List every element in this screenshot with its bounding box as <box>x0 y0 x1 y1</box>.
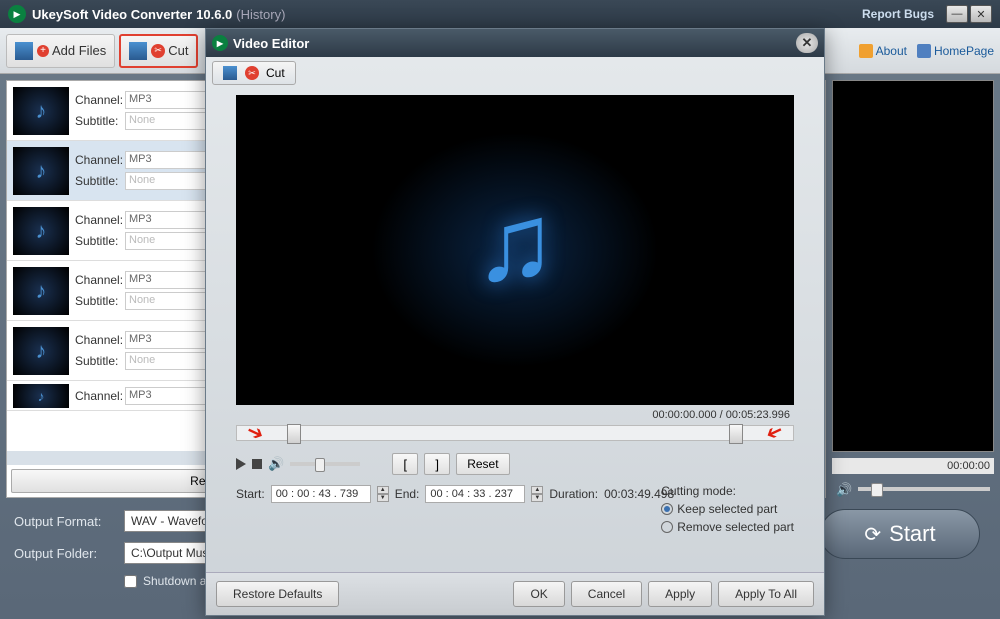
cutting-mode-label: Cutting mode: <box>661 484 794 498</box>
trim-handle-end[interactable] <box>729 424 743 444</box>
keep-selected-radio[interactable]: Keep selected part <box>661 502 794 516</box>
stop-button[interactable] <box>252 459 262 469</box>
preview-area <box>832 80 994 452</box>
sound-icon[interactable]: 🔊 <box>268 456 284 472</box>
file-thumbnail: ♪ <box>13 87 69 135</box>
mark-out-button[interactable]: ] <box>424 453 450 475</box>
editor-preview: ♫ <box>236 95 794 405</box>
trim-handle-start[interactable] <box>287 424 301 444</box>
history-link[interactable]: (History) <box>236 7 285 22</box>
start-icon: ⟳ <box>864 522 881 547</box>
video-editor-dialog: Video Editor ✕ ✂ Cut ♫ 00:00:00.000 / 00… <box>205 28 825 616</box>
cut-label: Cut <box>168 43 188 58</box>
about-link[interactable]: About <box>859 44 907 58</box>
start-button[interactable]: ⟳ Start <box>820 509 980 559</box>
home-icon <box>917 44 931 58</box>
minimize-button[interactable]: — <box>946 5 968 23</box>
playback-controls: 🔊 [ ] Reset <box>206 449 824 479</box>
preview-time: 00:00:00 <box>832 458 994 474</box>
editor-volume-slider[interactable] <box>290 462 360 466</box>
plus-icon: + <box>37 45 49 57</box>
titlebar: UkeySoft Video Converter 10.6.0 (History… <box>0 0 1000 28</box>
output-format-label: Output Format: <box>14 514 114 529</box>
dialog-logo-icon <box>212 35 228 51</box>
volume-slider[interactable] <box>858 487 990 491</box>
file-thumbnail: ♪ <box>13 384 69 408</box>
file-thumbnail: ♪ <box>13 327 69 375</box>
cutting-mode-group: Cutting mode: Keep selected part Remove … <box>661 484 794 538</box>
dialog-footer: Restore Defaults OK Cancel Apply Apply T… <box>206 572 824 615</box>
dialog-titlebar: Video Editor ✕ <box>206 29 824 57</box>
dialog-tabs: ✂ Cut <box>206 57 824 89</box>
report-bugs-link[interactable]: Report Bugs <box>862 7 934 21</box>
dialog-title: Video Editor <box>233 36 309 51</box>
film-icon <box>15 42 33 60</box>
end-time-input[interactable]: 00 : 04 : 33 . 237 <box>425 485 525 503</box>
close-button[interactable]: ✕ <box>970 5 992 23</box>
cancel-button[interactable]: Cancel <box>571 581 642 607</box>
music-note-icon: ♫ <box>474 179 557 306</box>
remove-selected-radio[interactable]: Remove selected part <box>661 520 794 534</box>
apply-button[interactable]: Apply <box>648 581 712 607</box>
mark-in-button[interactable]: [ <box>392 453 418 475</box>
about-icon <box>859 44 873 58</box>
add-files-button[interactable]: + Add Files <box>6 34 115 68</box>
film-icon <box>223 66 237 80</box>
scissors-icon: ✂ <box>245 66 259 80</box>
subtitle-label: Subtitle: <box>75 114 125 128</box>
homepage-link[interactable]: HomePage <box>917 44 994 58</box>
scissors-icon: ✂ <box>151 44 165 58</box>
end-label: End: <box>395 487 420 501</box>
tab-cut[interactable]: ✂ Cut <box>212 61 296 85</box>
cut-button[interactable]: ✂ Cut <box>119 34 198 68</box>
shutdown-checkbox[interactable] <box>124 575 137 588</box>
add-files-label: Add Files <box>52 43 106 58</box>
file-thumbnail: ♪ <box>13 147 69 195</box>
ok-button[interactable]: OK <box>513 581 564 607</box>
app-logo-icon <box>8 5 26 23</box>
apply-to-all-button[interactable]: Apply To All <box>718 581 814 607</box>
start-label: Start: <box>236 487 265 501</box>
restore-defaults-button[interactable]: Restore Defaults <box>216 581 339 607</box>
film-icon <box>129 42 147 60</box>
radio-icon <box>661 503 673 515</box>
playback-time: 00:00:00.000 / 00:05:23.996 <box>206 407 824 423</box>
duration-label: Duration: <box>549 487 598 501</box>
reset-button[interactable]: Reset <box>456 453 509 475</box>
output-folder-label: Output Folder: <box>14 546 114 561</box>
file-thumbnail: ♪ <box>13 267 69 315</box>
start-time-input[interactable]: 00 : 00 : 43 . 739 <box>271 485 371 503</box>
radio-icon <box>661 521 673 533</box>
app-title: UkeySoft Video Converter <box>32 7 192 22</box>
volume-icon[interactable]: 🔊 <box>836 482 852 496</box>
play-button[interactable] <box>236 458 246 470</box>
file-thumbnail: ♪ <box>13 207 69 255</box>
start-spinner[interactable]: ▲▼ <box>377 486 389 502</box>
trim-bar[interactable]: ➔ ➔ <box>236 425 794 441</box>
end-spinner[interactable]: ▲▼ <box>531 486 543 502</box>
preview-panel: 00:00:00 🔊 <box>832 80 994 498</box>
channel-label: Channel: <box>75 93 125 107</box>
app-version: 10.6.0 <box>196 7 232 22</box>
dialog-close-button[interactable]: ✕ <box>796 33 818 53</box>
